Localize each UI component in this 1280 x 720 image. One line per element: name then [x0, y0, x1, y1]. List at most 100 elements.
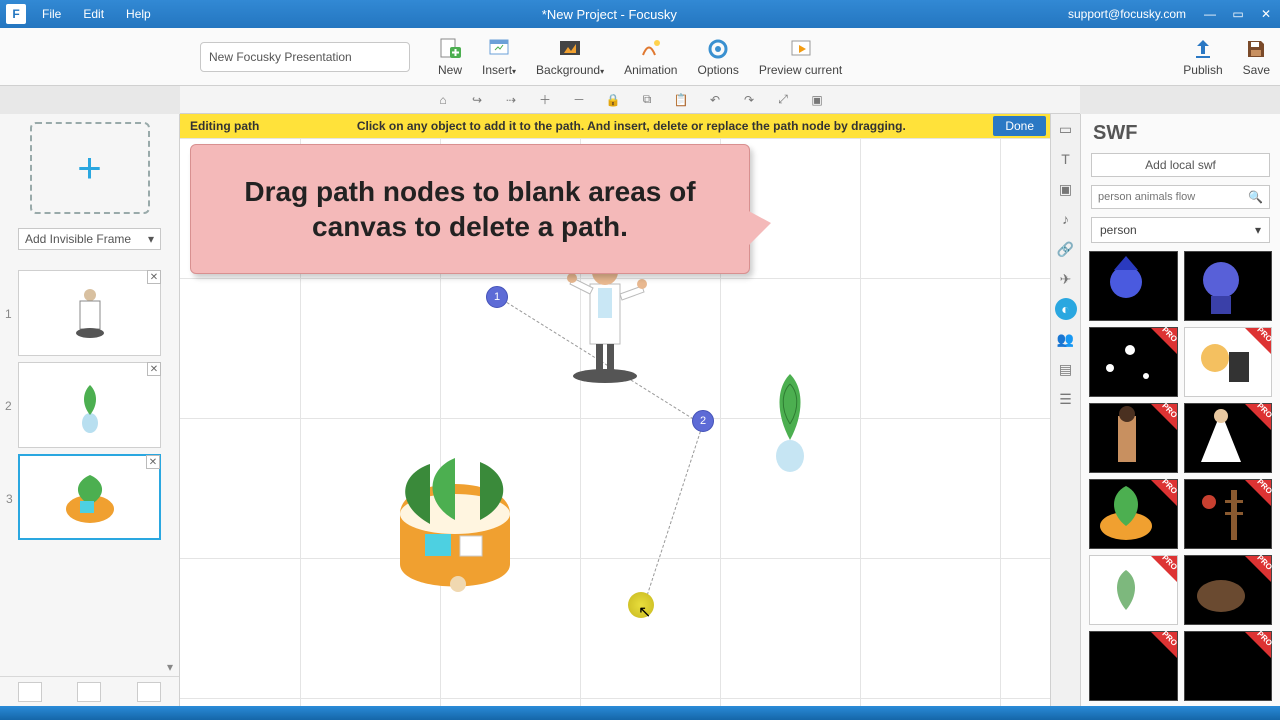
zoom-out-icon[interactable]: －	[562, 88, 596, 112]
slide-thumb-3[interactable]: 3 ✕	[18, 454, 161, 540]
slides-panel: + Add Invisible Frame▾ 1 ✕ 2 ✕ 3 ✕ ▾	[0, 114, 180, 706]
path-icon[interactable]: ⇢	[494, 88, 528, 112]
path-node-drag[interactable]: ↖	[628, 592, 654, 618]
swf-asset[interactable]	[1089, 327, 1178, 397]
slide-index: 3	[6, 492, 13, 506]
people-tool-icon[interactable]: 👥	[1055, 328, 1077, 350]
callout-text: Drag path nodes to blank areas of canvas…	[211, 174, 729, 244]
swf-asset[interactable]	[1089, 251, 1178, 321]
swf-category-dropdown[interactable]: person▾	[1091, 217, 1270, 243]
instruction-callout: Drag path nodes to blank areas of canvas…	[190, 144, 750, 274]
swf-asset[interactable]	[1089, 479, 1178, 549]
preview-button[interactable]: Preview current	[749, 30, 852, 84]
editing-path-message: Click on any object to add it to the pat…	[269, 119, 993, 133]
redo-icon[interactable]: ↷	[732, 88, 766, 112]
undo-icon[interactable]: ↶	[698, 88, 732, 112]
publish-icon	[1191, 37, 1215, 61]
menu-help[interactable]: Help	[116, 3, 161, 25]
page-tool-icon[interactable]: ▤	[1055, 358, 1077, 380]
animation-icon	[639, 37, 663, 61]
maximize-button[interactable]: ▭	[1224, 4, 1252, 24]
chevron-down-icon: ▾	[1255, 223, 1261, 237]
path-node-1[interactable]: 1	[486, 286, 508, 308]
video-tool-icon[interactable]: ▣	[1055, 178, 1077, 200]
share-icon[interactable]: ↪	[460, 88, 494, 112]
plane-tool-icon[interactable]: ✈	[1055, 268, 1077, 290]
slide-close-icon[interactable]: ✕	[146, 455, 160, 469]
preview-icon	[789, 37, 813, 61]
options-icon	[706, 37, 730, 61]
editing-path-bar: Editing path Click on any object to add …	[180, 114, 1050, 138]
swf-panel: SWF Add local swf 🔍 person▾	[1080, 114, 1280, 706]
taskbar	[0, 706, 1280, 720]
panel-title: SWF	[1081, 114, 1280, 153]
add-invisible-frame-dropdown[interactable]: Add Invisible Frame▾	[18, 228, 161, 250]
title-bar: F File Edit Help *New Project - Focusky …	[0, 0, 1280, 28]
canvas-object-plant[interactable]	[760, 364, 820, 474]
thumb-graphic	[70, 375, 110, 435]
swf-asset[interactable]	[1184, 327, 1273, 397]
save-icon	[1244, 37, 1268, 61]
swf-search-input[interactable]	[1098, 191, 1248, 203]
options-button[interactable]: Options	[687, 30, 748, 84]
slide-thumb-2[interactable]: 2 ✕	[18, 362, 161, 448]
paste-icon[interactable]: 📋	[664, 88, 698, 112]
presentation-title-input[interactable]: New Focusky Presentation	[200, 42, 410, 72]
copy-icon[interactable]: ⧉	[630, 88, 664, 112]
swf-asset[interactable]	[1184, 555, 1273, 625]
menu-edit[interactable]: Edit	[73, 3, 114, 25]
swf-tool-icon[interactable]: ◐	[1055, 298, 1077, 320]
search-icon[interactable]: 🔍	[1248, 190, 1263, 204]
layout-tool-icon[interactable]: ☰	[1055, 388, 1077, 410]
swf-asset[interactable]	[1089, 555, 1178, 625]
animation-button[interactable]: Animation	[614, 30, 687, 84]
tool-duplicate-icon[interactable]	[77, 682, 101, 702]
save-button[interactable]: Save	[1233, 30, 1280, 84]
add-local-swf-button[interactable]: Add local swf	[1091, 153, 1270, 177]
canvas-toolbar: ⌂ ↪ ⇢ ＋ － 🔒 ⧉ 📋 ↶ ↷ ⤢ ▣	[180, 86, 1080, 114]
new-button[interactable]: New	[428, 30, 472, 84]
background-button[interactable]: Background▾	[526, 30, 614, 84]
fullscreen-icon[interactable]: ▣	[800, 88, 834, 112]
ribbon: New Focusky Presentation New Insert▾ Bac…	[0, 28, 1280, 86]
slide-close-icon[interactable]: ✕	[147, 362, 161, 376]
menu-file[interactable]: File	[32, 3, 71, 25]
swf-asset[interactable]	[1184, 479, 1273, 549]
publish-button[interactable]: Publish	[1173, 30, 1232, 84]
slide-index: 2	[5, 399, 12, 413]
swf-asset[interactable]	[1089, 631, 1178, 701]
music-tool-icon[interactable]: ♪	[1055, 208, 1077, 230]
swf-asset[interactable]	[1184, 403, 1273, 473]
text-tool-icon[interactable]: T	[1055, 148, 1077, 170]
swf-asset[interactable]	[1089, 403, 1178, 473]
close-button[interactable]: ✕	[1252, 4, 1280, 24]
canvas-object-basket[interactable]	[370, 454, 540, 604]
zoom-in-icon[interactable]: ＋	[528, 88, 562, 112]
app-logo: F	[6, 4, 26, 24]
path-node-2[interactable]: 2	[692, 410, 714, 432]
thumb-graphic	[70, 283, 110, 343]
scroll-down-icon[interactable]: ▾	[0, 658, 179, 676]
lock-icon[interactable]: 🔒	[596, 88, 630, 112]
chevron-down-icon: ▾	[148, 232, 154, 246]
fit-icon[interactable]: ⤢	[766, 88, 800, 112]
link-tool-icon[interactable]: 🔗	[1055, 238, 1077, 260]
swf-search[interactable]: 🔍	[1091, 185, 1270, 209]
swf-asset-grid	[1081, 251, 1280, 706]
account-email[interactable]: support@focusky.com	[1058, 7, 1196, 21]
slide-close-icon[interactable]: ✕	[147, 270, 161, 284]
done-button[interactable]: Done	[993, 116, 1046, 136]
new-icon	[438, 37, 462, 61]
shape-tool-icon[interactable]: ▭	[1055, 118, 1077, 140]
home-icon[interactable]: ⌂	[426, 88, 460, 112]
minimize-button[interactable]: —	[1196, 4, 1224, 24]
canvas[interactable]: Editing path Click on any object to add …	[180, 114, 1050, 706]
insert-button[interactable]: Insert▾	[472, 30, 526, 84]
add-frame-button[interactable]: +	[30, 122, 150, 214]
slide-thumb-1[interactable]: 1 ✕	[18, 270, 161, 356]
swf-asset[interactable]	[1184, 251, 1273, 321]
tool-edit-icon[interactable]	[18, 682, 42, 702]
tool-arrange-icon[interactable]	[137, 682, 161, 702]
swf-asset[interactable]	[1184, 631, 1273, 701]
thumb-graphic	[55, 467, 125, 527]
